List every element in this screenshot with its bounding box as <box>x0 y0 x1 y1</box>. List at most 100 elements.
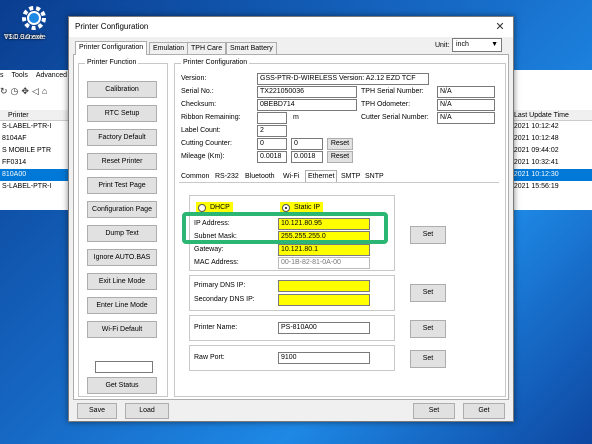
get-button[interactable]: Get <box>463 403 505 419</box>
table-row[interactable]: 7/2021 10:12:48 <box>506 133 592 145</box>
primary-dns-label: Primary DNS IP: <box>194 282 246 289</box>
gateway-field[interactable]: 10.121.80.1 <box>278 244 370 256</box>
table-row-selected[interactable]: 7/2021 10:12:30 <box>506 169 592 181</box>
set-dns-button[interactable]: Set <box>410 284 446 302</box>
table-row[interactable]: S-LABEL-PTR-I <box>0 121 72 133</box>
checksum-field: 0BEBD714 <box>257 99 357 111</box>
unit-select[interactable]: inch ▼ <box>452 38 502 52</box>
checksum-label: Checksum: <box>181 101 217 108</box>
set-raw-port-button[interactable]: Set <box>410 350 446 368</box>
status-field[interactable] <box>95 361 153 373</box>
tph-odometer-field: N/A <box>437 99 495 111</box>
unit-value: inch <box>456 41 469 48</box>
tph-serial-label: TPH Serial Number: <box>361 88 424 95</box>
desktop-shortcut-tsc-console[interactable]: TSC Console V1.0.9.0.exe <box>4 2 64 56</box>
printer-configuration-title: Printer Configuration <box>181 59 250 66</box>
table-row-selected[interactable]: 810A00 <box>0 169 72 181</box>
tab-printer-configuration[interactable]: Printer Configuration <box>75 41 148 55</box>
mac-address-label: MAC Address: <box>194 259 239 266</box>
raw-port-label: Raw Port: <box>194 354 225 361</box>
label-count-label: Label Count: <box>181 127 221 134</box>
subtab-bluetooth[interactable]: Bluetooth <box>243 171 277 182</box>
cutter-serial-label: Cutter Serial Number: <box>361 114 429 121</box>
column-header-last-update-time[interactable]: Last Update Time <box>506 110 592 121</box>
subtab-smtp[interactable]: SMTP <box>339 171 362 182</box>
table-row[interactable]: S-LABEL-PTR-I <box>0 181 72 193</box>
version-label: Version: <box>181 75 207 82</box>
subtab-rs232[interactable]: RS-232 <box>213 171 241 182</box>
ribbon-remaining-label: Ribbon Remaining: <box>181 114 241 121</box>
save-button[interactable]: Save <box>77 403 117 419</box>
secondary-dns-label: Secondary DNS IP: <box>194 296 255 303</box>
title-bar[interactable]: Printer Configuration ✕ <box>69 17 513 37</box>
cutting-counter-field: 0 <box>257 138 287 150</box>
menu-item[interactable]: s <box>0 72 4 84</box>
configuration-page-button[interactable]: Configuration Page <box>87 201 157 218</box>
ignore-auto-bas-button[interactable]: Ignore AUTO.BAS <box>87 249 157 266</box>
cutting-counter-field-2: 0 <box>291 138 323 150</box>
mileage-label: Mileage (Km): <box>181 153 225 160</box>
mileage-field-2: 0.0018 <box>291 151 323 163</box>
subtab-common[interactable]: Common <box>179 171 211 182</box>
radio-selected-icon <box>282 204 290 212</box>
primary-dns-field[interactable] <box>278 280 370 292</box>
gear-icon <box>22 6 46 30</box>
calibration-button[interactable]: Calibration <box>87 81 157 98</box>
table-row[interactable]: 6/2021 15:56:19 <box>506 181 592 193</box>
raw-port-field[interactable]: 9100 <box>278 352 370 364</box>
refresh-icon[interactable]: ↻ <box>0 86 8 98</box>
printer-name-group: Printer Name: PS-810A00 Set <box>189 315 446 341</box>
cutter-serial-field: N/A <box>437 112 495 124</box>
printer-name-field[interactable]: PS-810A00 <box>278 322 370 334</box>
menu-item-tools[interactable]: Tools <box>12 72 28 84</box>
cutting-counter-label: Cutting Counter: <box>181 140 232 147</box>
dhcp-label: DHCP <box>210 204 230 211</box>
get-status-button[interactable]: Get Status <box>87 377 157 394</box>
table-row[interactable]: 7/2021 10:12:42 <box>506 121 592 133</box>
reset-cutting-counter-button[interactable]: Reset <box>327 138 353 150</box>
menu-item-advanced[interactable]: Advanced <box>36 72 67 84</box>
background-toolbar: ↻ ◷ ✥ ◁ ⌂ <box>0 86 47 98</box>
desktop-icon-label-2: V1.0.9.0.exe <box>4 34 44 41</box>
wifi-default-button[interactable]: Wi-Fi Default <box>87 321 157 338</box>
secondary-dns-field[interactable] <box>278 294 370 306</box>
serial-field: TX221050036 <box>257 86 357 98</box>
dialog-title: Printer Configuration <box>75 22 149 31</box>
set-button[interactable]: Set <box>413 403 455 419</box>
factory-default-button[interactable]: Factory Default <box>87 129 157 146</box>
move-icon[interactable]: ✥ <box>21 86 29 98</box>
column-header-printer[interactable]: Printer <box>0 110 72 121</box>
reset-printer-button[interactable]: Reset Printer <box>87 153 157 170</box>
table-row[interactable]: 7/2021 10:32:41 <box>506 157 592 169</box>
back-icon[interactable]: ◁ <box>32 86 39 98</box>
dump-text-button[interactable]: Dump Text <box>87 225 157 242</box>
load-button[interactable]: Load <box>125 403 169 419</box>
table-row[interactable]: FF0314 <box>0 157 72 169</box>
last-update-list: Last Update Time 7/2021 10:12:42 7/2021 … <box>506 110 592 193</box>
rtc-setup-button[interactable]: RTC Setup <box>87 105 157 122</box>
background-menu-bar: s Tools Advanced <box>0 72 67 84</box>
set-ip-button[interactable]: Set <box>410 226 446 244</box>
home-icon[interactable]: ⌂ <box>42 86 47 98</box>
subtab-sntp[interactable]: SNTP <box>363 171 386 182</box>
printer-name-label: Printer Name: <box>194 324 238 331</box>
static-ip-label: Static IP <box>294 204 321 211</box>
subtab-wifi[interactable]: Wi-Fi <box>281 171 301 182</box>
exit-line-mode-button[interactable]: Exit Line Mode <box>87 273 157 290</box>
set-printer-name-button[interactable]: Set <box>410 320 446 338</box>
reset-mileage-button[interactable]: Reset <box>327 151 353 163</box>
mac-address-field: 00-1B-82-81-0A-00 <box>278 257 370 269</box>
clock-icon[interactable]: ◷ <box>11 86 19 98</box>
enter-line-mode-button[interactable]: Enter Line Mode <box>87 297 157 314</box>
table-row[interactable]: 6/2021 09:44:02 <box>506 145 592 157</box>
print-test-page-button[interactable]: Print Test Page <box>87 177 157 194</box>
ribbon-remaining-field <box>257 112 287 124</box>
unit-label: Unit: <box>435 42 450 49</box>
table-row[interactable]: 8104AF <box>0 133 72 145</box>
close-icon[interactable]: ✕ <box>493 20 507 34</box>
subtab-ethernet[interactable]: Ethernet <box>305 170 338 182</box>
dns-settings-group: Primary DNS IP: Secondary DNS IP: Set <box>189 275 446 311</box>
table-row[interactable]: S MOBILE PTR <box>0 145 72 157</box>
ribbon-unit: m <box>293 114 299 121</box>
version-field: GSS-PTR-D-WIRELESS Version: A2.12 EZD TC… <box>257 73 429 85</box>
